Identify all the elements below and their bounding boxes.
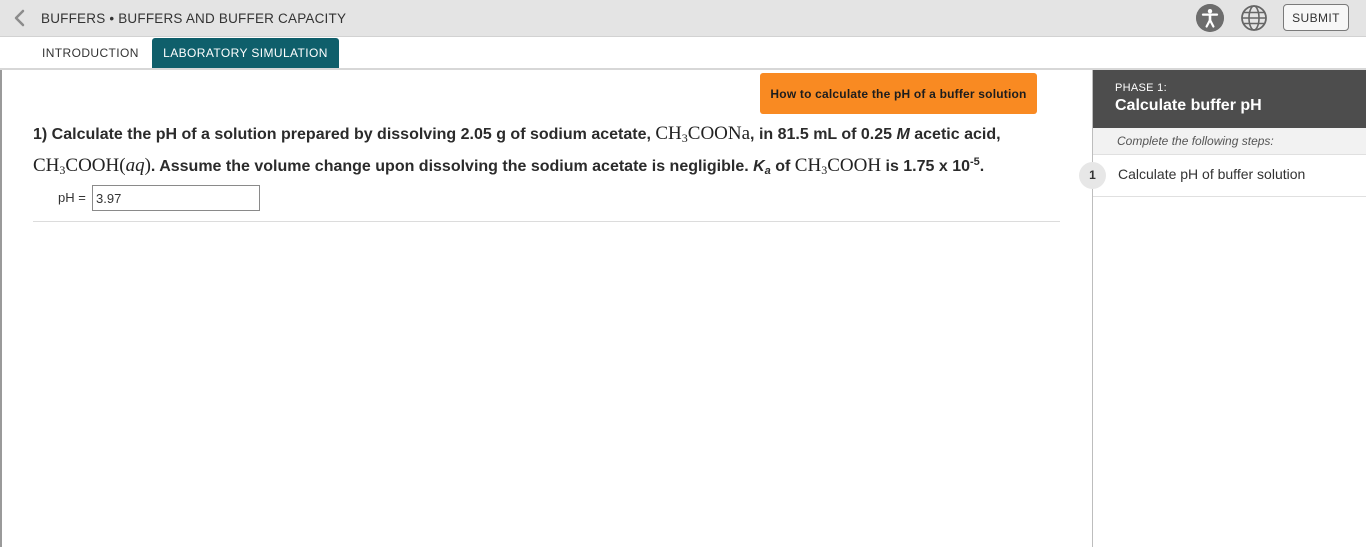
help-button[interactable]: How to calculate the pH of a buffer solu… (760, 73, 1037, 114)
ph-answer-label: pH = (58, 190, 86, 205)
question-text-part: acetic acid, (909, 126, 1001, 143)
question-text-part: . (979, 158, 985, 175)
tab-laboratory-simulation[interactable]: LABORATORY SIMULATION (152, 38, 339, 68)
phase-header: PHASE 1: Calculate buffer pH (1093, 70, 1366, 128)
breadcrumb: BUFFERS • BUFFERS AND BUFFER CAPACITY (41, 11, 347, 26)
tab-bar: INTRODUCTION LABORATORY SIMULATION (0, 37, 1366, 70)
accessibility-icon[interactable] (1196, 4, 1224, 32)
phase-number: PHASE 1: (1115, 82, 1167, 94)
question-divider (33, 221, 1060, 222)
steps-intro: Complete the following steps: (1093, 128, 1366, 155)
question-text-part: . Assume the volume change upon dissolvi… (150, 158, 754, 175)
phase-title: Calculate buffer pH (1115, 97, 1262, 114)
left-border (0, 70, 2, 547)
question-text-part: 1) Calculate the pH of a solution prepar… (33, 126, 656, 143)
chevron-left-icon[interactable] (12, 9, 26, 27)
step-label: Calculate pH of buffer solution (1118, 166, 1306, 182)
question-text-part: , in 81.5 mL of 0.25 (750, 126, 897, 143)
chemical-formula: CH3COOH(aq) (33, 155, 151, 177)
chemical-formula: CH3COONa (655, 123, 751, 145)
molarity-unit: M (896, 126, 910, 143)
tab-introduction[interactable]: INTRODUCTION (28, 38, 153, 68)
question-text: 1) Calculate the pH of a solution prepar… (33, 122, 1053, 183)
question-text-part: is 1.75 x 10 (881, 158, 971, 175)
chemical-formula: CH3COOH (794, 155, 882, 177)
submit-button[interactable]: SUBMIT (1283, 4, 1349, 31)
ph-answer-input[interactable] (92, 185, 260, 211)
step-item[interactable]: Calculate pH of buffer solution (1093, 155, 1366, 197)
ka-symbol: Ka (753, 158, 771, 177)
step-number-badge: 1 (1079, 162, 1106, 189)
top-bar: BUFFERS • BUFFERS AND BUFFER CAPACITY SU… (0, 0, 1366, 37)
globe-icon[interactable] (1240, 4, 1268, 32)
exponent: -5 (970, 156, 980, 168)
question-text-part: of (770, 158, 795, 175)
